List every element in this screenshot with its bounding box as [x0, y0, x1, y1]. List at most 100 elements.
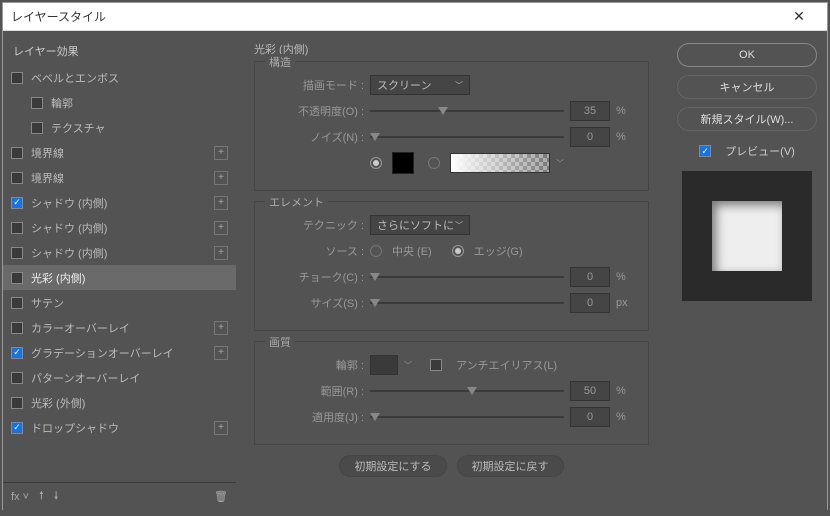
- structure-legend: 構造: [265, 54, 295, 70]
- effect-checkbox[interactable]: [11, 222, 23, 234]
- chevron-down-icon: ﹀: [455, 220, 463, 231]
- effect-checkbox[interactable]: [11, 72, 23, 84]
- source-center-radio[interactable]: [370, 245, 382, 257]
- jitter-value[interactable]: 0: [570, 407, 610, 427]
- chevron-down-icon[interactable]: ﹀: [404, 360, 412, 371]
- source-edge-radio[interactable]: [452, 245, 464, 257]
- dialog-body: レイヤー効果 ベベルとエンボス輪郭テクスチャ境界線+境界線+シャドウ (内側)+…: [3, 31, 827, 510]
- preview-checkbox[interactable]: [699, 145, 711, 157]
- up-icon[interactable]: 🠕: [39, 487, 44, 506]
- jitter-slider[interactable]: [370, 407, 564, 427]
- opacity-unit: %: [616, 105, 634, 117]
- effect-item[interactable]: グラデーションオーバーレイ +: [3, 340, 236, 365]
- effect-item[interactable]: ドロップシャドウ+: [3, 415, 236, 440]
- color-swatch[interactable]: [392, 152, 414, 174]
- noise-slider[interactable]: [370, 127, 564, 147]
- effect-item[interactable]: ベベルとエンボス: [3, 65, 236, 90]
- choke-value[interactable]: 0: [570, 267, 610, 287]
- effect-label: 輪郭: [51, 95, 73, 111]
- gradient-picker[interactable]: [450, 153, 550, 173]
- noise-unit: %: [616, 131, 634, 143]
- add-icon[interactable]: +: [214, 246, 228, 260]
- add-icon[interactable]: +: [214, 421, 228, 435]
- effect-checkbox[interactable]: [11, 272, 23, 284]
- aa-checkbox[interactable]: [430, 359, 442, 371]
- effect-item[interactable]: カラーオーバーレイ+: [3, 315, 236, 340]
- titlebar: レイヤースタイル ✕: [3, 3, 827, 31]
- effect-checkbox[interactable]: [11, 147, 23, 159]
- quality-group: 画質 輪郭 : ﹀ アンチエイリアス(L) 範囲(R) : 50 % 適用度(J…: [254, 341, 649, 445]
- cancel-button[interactable]: キャンセル: [677, 75, 817, 99]
- choke-label: チョーク(C) :: [269, 269, 364, 285]
- range-label: 範囲(R) :: [269, 383, 364, 399]
- effect-item[interactable]: 光彩 (内側): [3, 265, 236, 290]
- add-icon[interactable]: +: [214, 221, 228, 235]
- layer-style-dialog: レイヤースタイル ✕ レイヤー効果 ベベルとエンボス輪郭テクスチャ境界線+境界線…: [2, 2, 828, 510]
- contour-picker[interactable]: [370, 355, 398, 375]
- choke-slider[interactable]: [370, 267, 564, 287]
- blend-label: 描画モード :: [269, 77, 364, 93]
- effect-checkbox[interactable]: [11, 372, 23, 384]
- size-slider[interactable]: [370, 293, 564, 313]
- add-icon[interactable]: +: [214, 146, 228, 160]
- size-label: サイズ(S) :: [269, 295, 364, 311]
- trash-icon[interactable]: 🗑: [214, 490, 228, 503]
- effect-item[interactable]: シャドウ (内側) +: [3, 240, 236, 265]
- preview-box: [682, 171, 812, 301]
- effect-item[interactable]: シャドウ (内側) +: [3, 190, 236, 215]
- right-panel: OK キャンセル 新規スタイル(W)... プレビュー(V): [667, 31, 827, 510]
- effect-label: 光彩 (外側): [31, 395, 85, 411]
- opacity-label: 不透明度(O) :: [269, 103, 364, 119]
- effect-label: ベベルとエンボス: [31, 70, 119, 86]
- effect-checkbox[interactable]: [11, 297, 23, 309]
- color-radio[interactable]: [370, 157, 382, 169]
- effect-checkbox[interactable]: [31, 97, 43, 109]
- reset-default-button[interactable]: 初期設定に戻す: [457, 455, 564, 477]
- noise-value[interactable]: 0: [570, 127, 610, 147]
- add-icon[interactable]: +: [214, 196, 228, 210]
- range-slider[interactable]: [370, 381, 564, 401]
- source-label: ソース :: [269, 243, 364, 259]
- size-value[interactable]: 0: [570, 293, 610, 313]
- effect-item[interactable]: サテン: [3, 290, 236, 315]
- opacity-slider[interactable]: [370, 101, 564, 121]
- tech-select[interactable]: さらにソフトに﹀: [370, 215, 470, 235]
- chevron-down-icon[interactable]: ﹀: [556, 158, 564, 169]
- tech-label: テクニック :: [269, 217, 364, 233]
- effect-checkbox[interactable]: [11, 347, 23, 359]
- add-icon[interactable]: +: [214, 171, 228, 185]
- opacity-value[interactable]: 35: [570, 101, 610, 121]
- add-icon[interactable]: +: [214, 346, 228, 360]
- effect-checkbox[interactable]: [11, 172, 23, 184]
- effect-checkbox[interactable]: [31, 122, 43, 134]
- effect-item[interactable]: テクスチャ: [3, 115, 236, 140]
- effect-checkbox[interactable]: [11, 322, 23, 334]
- effect-item[interactable]: 輪郭: [3, 90, 236, 115]
- close-button[interactable]: ✕: [779, 4, 819, 30]
- effect-label: グラデーションオーバーレイ: [31, 345, 174, 361]
- dialog-title: レイヤースタイル: [11, 8, 779, 25]
- new-style-button[interactable]: 新規スタイル(W)...: [677, 107, 817, 131]
- effect-item[interactable]: 境界線+: [3, 140, 236, 165]
- make-default-button[interactable]: 初期設定にする: [339, 455, 446, 477]
- effect-checkbox[interactable]: [11, 397, 23, 409]
- effect-item[interactable]: 光彩 (外側): [3, 390, 236, 415]
- effect-label: シャドウ (内側): [31, 245, 107, 261]
- effect-item[interactable]: パターンオーバーレイ: [3, 365, 236, 390]
- ok-button[interactable]: OK: [677, 43, 817, 67]
- gradient-radio[interactable]: [428, 157, 440, 169]
- blend-select[interactable]: スクリーン﹀: [370, 75, 470, 95]
- effect-label: パターンオーバーレイ: [31, 370, 140, 386]
- effect-label: サテン: [31, 295, 64, 311]
- effect-checkbox[interactable]: [11, 247, 23, 259]
- section-title: 光彩 (内側): [254, 41, 649, 57]
- effect-label: シャドウ (内側): [31, 195, 107, 211]
- fx-icon[interactable]: fx ˅: [11, 491, 29, 503]
- effect-item[interactable]: シャドウ (内側)+: [3, 215, 236, 240]
- range-value[interactable]: 50: [570, 381, 610, 401]
- add-icon[interactable]: +: [214, 321, 228, 335]
- effect-checkbox[interactable]: [11, 197, 23, 209]
- effect-item[interactable]: 境界線+: [3, 165, 236, 190]
- effect-checkbox[interactable]: [11, 422, 23, 434]
- down-icon[interactable]: 🠗: [54, 487, 59, 506]
